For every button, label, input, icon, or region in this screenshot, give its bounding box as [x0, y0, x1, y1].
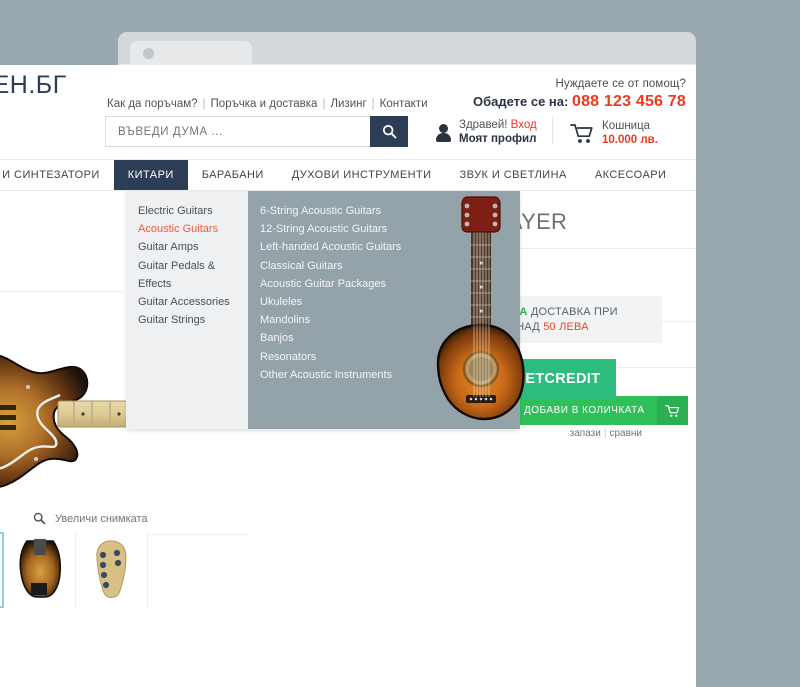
magnifier-icon — [33, 512, 46, 525]
browser-tabstrip — [118, 32, 696, 64]
help-call-label: Обадете се на: — [472, 94, 569, 109]
nav-item-guitars[interactable]: КИТАРИ — [113, 160, 188, 190]
shopping-cart-icon — [570, 123, 594, 144]
website-page: АЛЕН.БГ e music Как да поръчам? | Поръчка … — [0, 65, 696, 687]
mega-menu-column-primary: Electric Guitars Acoustic Guitars Guitar… — [126, 191, 248, 429]
jetcredit-brand-credit: CREDIT — [544, 371, 601, 387]
utility-nav-link-contacts[interactable]: Контакти — [380, 98, 428, 110]
add-to-cart-button[interactable]: ДОБАВИ В КОЛИЧКАТА — [512, 396, 688, 425]
nav-item-accessories[interactable]: АКСЕСОАРИ — [581, 160, 681, 190]
search-row: Здравей! Вход Моят профил Кошница 10.000 — [0, 113, 696, 159]
thumbnail-2[interactable] — [4, 532, 76, 608]
mega-item-acoustic-guitars[interactable]: Acoustic Guitars — [138, 220, 248, 238]
cart-block[interactable]: Кошница 10.000 лв. — [570, 119, 658, 147]
account-block[interactable]: Здравей! Вход Моят профил — [435, 118, 537, 146]
mega-item-guitar-amps[interactable]: Guitar Amps — [138, 238, 248, 256]
search-input[interactable] — [105, 116, 370, 147]
left-divider — [0, 291, 124, 292]
zoom-image-label: Увеличи снимката — [55, 512, 148, 525]
nav-item-drums[interactable]: БАРАБАНИ — [188, 160, 278, 190]
logo-tagline: e music — [0, 98, 67, 113]
acoustic-guitar-promo-image — [436, 196, 525, 421]
nav-separator: | — [371, 98, 375, 110]
nav-item-sound-and-light[interactable]: ЗВУК И СВЕТЛИНА — [446, 160, 581, 190]
site-header: АЛЕН.БГ e music Как да поръчам? | Поръчка … — [0, 65, 696, 113]
guitars-mega-menu: Electric Guitars Acoustic Guitars Guitar… — [126, 191, 525, 429]
utility-nav-link-leasing[interactable]: Лизинг — [330, 98, 366, 110]
save-link[interactable]: запази — [570, 428, 601, 439]
header-divider — [552, 117, 553, 145]
compare-link[interactable]: сравни — [609, 428, 642, 439]
account-text: Здравей! Вход Моят профил — [459, 118, 537, 146]
product-thumbnails — [0, 532, 252, 608]
delivery-threshold-amount: 50 ЛЕВА — [543, 320, 589, 333]
nav-item-pianos[interactable]: ПИАНА И СИНТЕЗАТОРИ — [0, 160, 114, 190]
product-mini-links: запази | сравни — [570, 428, 642, 439]
search-icon — [382, 124, 396, 139]
mega-menu-column-secondary: 6-String Acoustic Guitars 12-String Acou… — [248, 191, 525, 429]
account-greeting: Здравей! — [459, 119, 508, 131]
my-profile-link[interactable]: Моят профил — [459, 132, 537, 146]
main-navigation: ПИАНА И СИНТЕЗАТОРИ КИТАРИ БАРАБАНИ ДУХО… — [0, 159, 696, 191]
mega-item-guitar-strings[interactable]: Guitar Strings — [138, 311, 248, 329]
site-logo[interactable]: АЛЕН.БГ e music — [0, 71, 67, 113]
tab-favicon-icon — [143, 48, 154, 59]
utility-nav: Как да поръчам? | Поръчка и доставка | Лизин… — [107, 98, 428, 110]
help-phone-number[interactable]: 088 123 456 78 — [572, 93, 686, 110]
help-call-row: Обадете се на: 088 123 456 78 — [473, 93, 686, 111]
nav-item-wind-instruments[interactable]: ДУХОВИ ИНСТРУМЕНТИ — [278, 160, 446, 190]
product-page-content: Увеличи снимката PLAYER 1 ДОБАВИ В КОЛИЧ… — [0, 191, 696, 687]
help-block: Нуждаете се от помощ? Обадете се на: 088… — [473, 78, 686, 111]
logo-main-text: АЛЕН.БГ — [0, 71, 67, 99]
search-button[interactable] — [370, 116, 408, 147]
delivery-line1-rest: ДОСТАВКА ПРИ — [527, 306, 618, 318]
thumb-guitar-body-image — [18, 539, 61, 598]
thumb-headstock-image — [95, 540, 127, 598]
mega-item-electric-guitars[interactable]: Electric Guitars — [138, 202, 248, 220]
login-link[interactable]: Вход — [511, 119, 537, 131]
mega-item-guitar-pedals-effects[interactable]: Guitar Pedals & Effects — [138, 257, 248, 293]
screen-root: ★ АЛЕН.БГ e music Как да поръчам?|Поръчк… — [0, 0, 800, 687]
cart-amount: 10.000 лв. — [602, 134, 658, 146]
help-question: Нуждаете се от помощ? — [555, 78, 686, 90]
user-icon — [435, 121, 452, 143]
cart-label: Кошница — [602, 120, 651, 132]
search-form — [105, 116, 408, 147]
mega-item-guitar-accessories[interactable]: Guitar Accessories — [138, 293, 248, 311]
nav-separator: | — [202, 98, 206, 110]
shopping-cart-icon — [656, 396, 688, 425]
utility-nav-link-how-to-order[interactable]: Как да поръчам? — [107, 98, 198, 110]
nav-separator: | — [322, 98, 326, 110]
cart-text: Кошница 10.000 лв. — [602, 119, 658, 147]
thumbnail-3[interactable] — [76, 532, 148, 608]
browser-tab[interactable] — [130, 41, 252, 64]
utility-nav-link-delivery[interactable]: Поръчка и доставка — [211, 98, 318, 110]
mini-link-separator: | — [603, 428, 607, 439]
